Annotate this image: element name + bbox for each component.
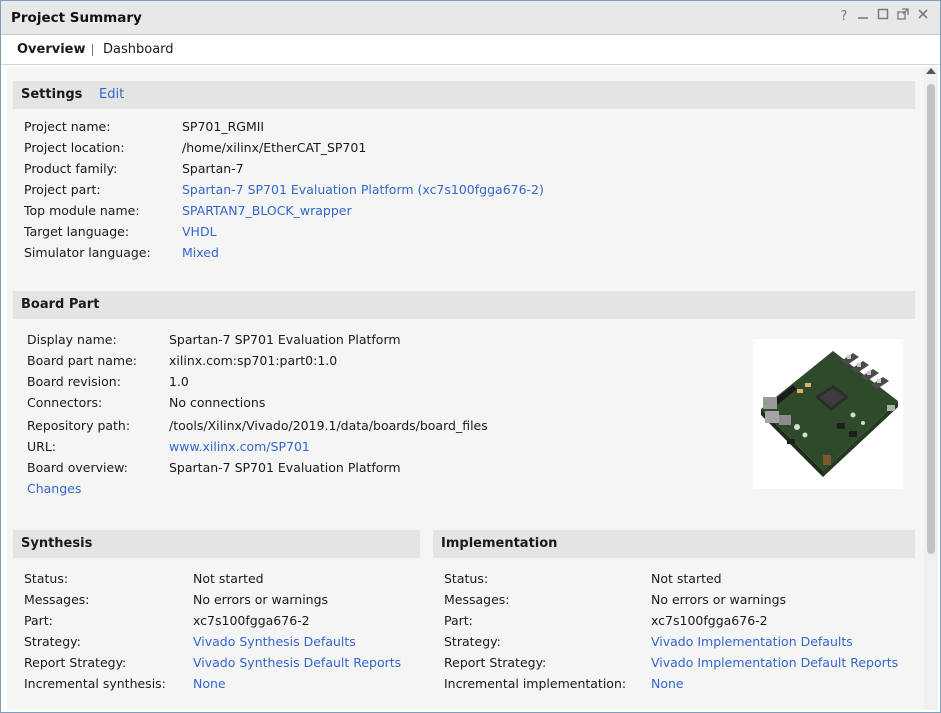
row-label: Project name: <box>24 119 111 134</box>
row-label: Part: <box>444 613 473 628</box>
row-label: Report Strategy: <box>444 655 547 670</box>
row-value: Spartan-7 SP701 Evaluation Platform <box>169 332 401 347</box>
row-value: No errors or warnings <box>651 592 787 607</box>
row-value: No errors or warnings <box>193 592 329 607</box>
row-value: xilinx.com:sp701:part0:1.0 <box>169 353 338 368</box>
row-label: Incremental synthesis: <box>24 676 166 691</box>
row-label: Part: <box>24 613 53 628</box>
row-value: No connections <box>169 395 266 410</box>
row-label: Report Strategy: <box>24 655 127 670</box>
tab-dashboard[interactable]: Dashboard <box>103 42 174 57</box>
minimize-icon[interactable] <box>854 8 872 26</box>
board-changes-link[interactable]: Changes <box>27 481 81 496</box>
board-part-title: Board Part <box>21 297 100 312</box>
settings-edit-link[interactable]: Edit <box>99 87 124 102</box>
synthesis-report-strategy-link[interactable]: Vivado Synthesis Default Reports <box>193 655 401 670</box>
row-value: Spartan-7 <box>182 161 244 176</box>
float-icon[interactable] <box>894 8 912 26</box>
row-label: Status: <box>444 571 489 586</box>
row-value: xc7s100fgga676-2 <box>193 613 310 628</box>
close-icon[interactable] <box>914 8 932 26</box>
row-value: Not started <box>193 571 264 586</box>
synthesis-incremental-link[interactable]: None <box>193 676 226 691</box>
row-label: Simulator language: <box>24 245 151 260</box>
simulator-language-link[interactable]: Mixed <box>182 245 219 260</box>
title-bar: Project Summary ? <box>1 1 940 35</box>
board-part-header: Board Part <box>13 291 915 319</box>
row-label: Messages: <box>444 592 510 607</box>
tab-overview[interactable]: Overview <box>17 42 86 57</box>
summary-content: Settings Edit Project name: SP701_RGMII … <box>7 67 924 710</box>
row-label: Messages: <box>24 592 90 607</box>
settings-title: Settings <box>21 87 83 102</box>
row-label: URL: <box>27 439 57 454</box>
row-label: Repository path: <box>27 418 131 433</box>
window-title: Project Summary <box>11 10 142 26</box>
help-icon[interactable]: ? <box>835 8 853 26</box>
implementation-report-strategy-link[interactable]: Vivado Implementation Default Reports <box>651 655 898 670</box>
row-label: Strategy: <box>24 634 81 649</box>
row-label: Product family: <box>24 161 118 176</box>
scrollbar-thumb[interactable] <box>927 84 935 554</box>
row-label: Board part name: <box>27 353 137 368</box>
synthesis-title: Synthesis <box>21 536 93 551</box>
row-value: 1.0 <box>169 374 189 389</box>
implementation-incremental-link[interactable]: None <box>651 676 684 691</box>
implementation-title: Implementation <box>441 536 558 551</box>
implementation-strategy-link[interactable]: Vivado Implementation Defaults <box>651 634 853 649</box>
row-label: Project location: <box>24 140 125 155</box>
tab-separator <box>92 44 93 56</box>
row-label: Display name: <box>27 332 117 347</box>
synthesis-strategy-link[interactable]: Vivado Synthesis Defaults <box>193 634 356 649</box>
row-value: Not started <box>651 571 722 586</box>
implementation-header: Implementation <box>433 530 915 558</box>
row-label: Board overview: <box>27 460 128 475</box>
row-label: Top module name: <box>24 203 140 218</box>
tab-bar: Overview Dashboard <box>1 35 940 65</box>
project-summary-window: Project Summary ? Overview Dashboard Set… <box>0 0 941 713</box>
synthesis-header: Synthesis <box>13 530 420 558</box>
row-label: Target language: <box>24 224 130 239</box>
project-part-link[interactable]: Spartan-7 SP701 Evaluation Platform (xc7… <box>182 182 544 197</box>
row-value: SP701_RGMII <box>182 119 265 134</box>
row-label: Status: <box>24 571 69 586</box>
row-label: Incremental implementation: <box>444 676 627 691</box>
settings-header: Settings Edit <box>13 81 915 109</box>
row-value: /tools/Xilinx/Vivado/2019.1/data/boards/… <box>169 418 488 433</box>
vertical-scrollbar[interactable] <box>924 67 938 710</box>
row-value: xc7s100fgga676-2 <box>651 613 768 628</box>
row-value: Spartan-7 SP701 Evaluation Platform <box>169 460 401 475</box>
row-label: Project part: <box>24 182 101 197</box>
top-module-link[interactable]: SPARTAN7_BLOCK_wrapper <box>182 203 352 218</box>
sp701-board-image <box>753 339 903 489</box>
target-language-link[interactable]: VHDL <box>182 224 217 239</box>
maximize-icon[interactable] <box>874 8 892 26</box>
row-label: Strategy: <box>444 634 501 649</box>
row-label: Connectors: <box>27 395 103 410</box>
row-value: /home/xilinx/EtherCAT_SP701 <box>182 140 367 155</box>
scroll-up-icon[interactable] <box>926 68 936 74</box>
board-url-link[interactable]: www.xilinx.com/SP701 <box>169 439 310 454</box>
row-label: Board revision: <box>27 374 121 389</box>
